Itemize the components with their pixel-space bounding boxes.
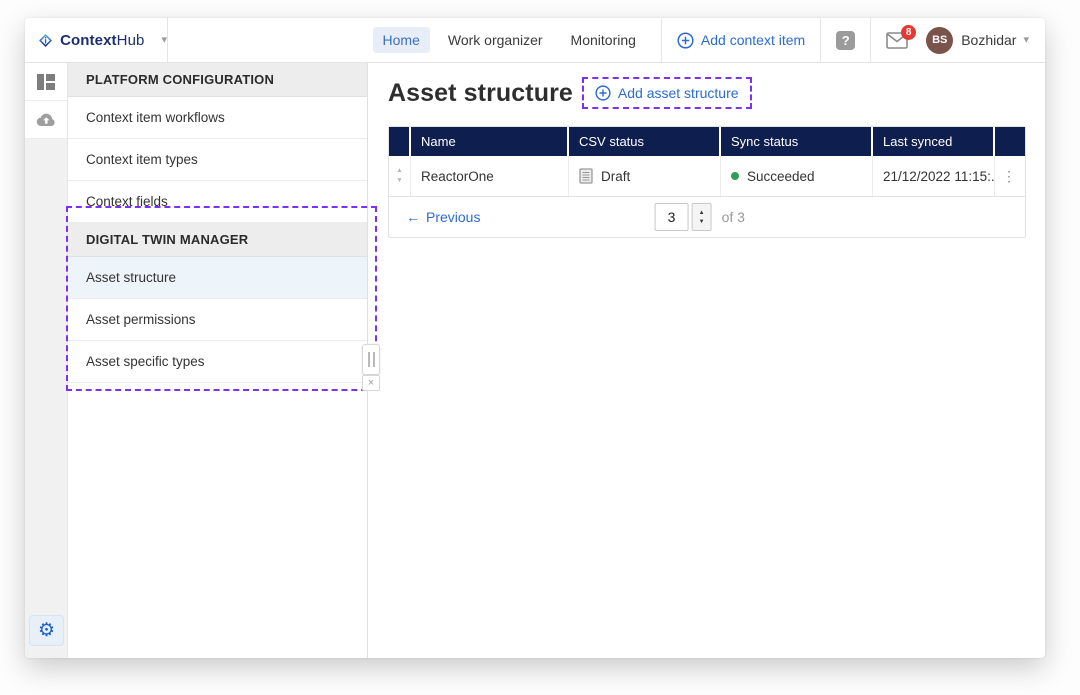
- tab-work-organizer[interactable]: Work organizer: [438, 27, 553, 53]
- annotation-resize-handle[interactable]: [362, 344, 380, 375]
- add-asset-structure-button[interactable]: Add asset structure: [618, 85, 739, 101]
- screenshot-stage: ContextHub ▾ Home Work organizer Monitor…: [0, 0, 1080, 695]
- stepper-down-icon: ▼: [699, 219, 705, 225]
- user-menu-chevron-down-icon[interactable]: ▾: [1023, 35, 1029, 46]
- add-context-item-label: Add context item: [701, 32, 805, 48]
- row-reorder-handle[interactable]: ▲ ▼: [389, 156, 411, 196]
- row-actions-button[interactable]: ⋮: [995, 156, 1023, 196]
- cell-name: ReactorOne: [411, 156, 569, 196]
- arrow-up-icon: ▲: [396, 168, 402, 175]
- divider: [661, 18, 662, 62]
- asset-structure-table: Name CSV status Sync status Last synced …: [388, 126, 1026, 238]
- user-name[interactable]: Bozhidar: [961, 32, 1016, 48]
- layout-view-button[interactable]: [25, 63, 67, 101]
- annotation-close-icon[interactable]: ×: [362, 375, 380, 391]
- kebab-menu-icon: ⋮: [1002, 168, 1016, 185]
- plus-circle-icon: [677, 32, 694, 49]
- table-header-row: Name CSV status Sync status Last synced: [389, 127, 1025, 156]
- divider: [820, 18, 821, 62]
- brand-text-light: Hub: [117, 32, 145, 49]
- add-asset-structure-annotation-box: Add asset structure: [582, 77, 752, 109]
- page-number-stepper[interactable]: ▲ ▼: [692, 203, 712, 231]
- title-row: Asset structure Add asset structure: [388, 77, 1045, 109]
- brand-text-bold: Context: [60, 32, 117, 49]
- status-dot-icon: [731, 172, 739, 180]
- table-pagination: ← Previous ▲ ▼ of 3: [389, 197, 1025, 237]
- stepper-up-icon: ▲: [699, 210, 705, 216]
- sidebar-item-context-item-types[interactable]: Context item types: [68, 139, 367, 181]
- cell-csv-status: Draft: [569, 156, 721, 196]
- sync-status-text: Succeeded: [747, 169, 815, 184]
- gear-icon: ⚙: [38, 621, 55, 640]
- upload-button[interactable]: [25, 101, 67, 139]
- table-header-handle-column: [389, 127, 411, 156]
- top-bar-right: Home Work organizer Monitoring Add conte…: [365, 18, 1045, 62]
- arrow-left-icon: ←: [406, 209, 420, 225]
- table-row: ▲ ▼ ReactorOne: [389, 156, 1025, 197]
- brand-logo[interactable]: ContextHub ▾: [25, 18, 168, 62]
- tab-home[interactable]: Home: [373, 27, 430, 53]
- cell-last-synced: 21/12/2022 11:15:...: [873, 156, 995, 196]
- avatar[interactable]: BS: [926, 27, 953, 54]
- add-context-item-button[interactable]: Add context item: [677, 32, 805, 49]
- contexthub-logo-icon: [38, 30, 53, 51]
- cloud-upload-icon: [36, 112, 56, 127]
- previous-label: Previous: [426, 209, 480, 225]
- page-number-control: ▲ ▼ of 3: [655, 203, 745, 231]
- settings-button[interactable]: ⚙: [29, 615, 64, 646]
- icon-rail: ⚙: [25, 63, 68, 658]
- top-bar: ContextHub ▾ Home Work organizer Monitor…: [25, 18, 1045, 63]
- divider: [870, 18, 871, 62]
- sidebar-section-annotation-box: ×: [66, 206, 377, 391]
- csv-status-text: Draft: [601, 169, 630, 184]
- app-window: ContextHub ▾ Home Work organizer Monitor…: [25, 18, 1045, 658]
- notifications-button[interactable]: 8: [886, 32, 908, 49]
- table-header-last-synced: Last synced: [873, 127, 995, 156]
- table-header-csv-status: CSV status: [569, 127, 721, 156]
- layout-grid-icon: [37, 74, 55, 90]
- notification-badge: 8: [901, 25, 916, 40]
- document-icon: [579, 168, 593, 184]
- tab-monitoring[interactable]: Monitoring: [561, 27, 646, 53]
- brand-chevron-down-icon[interactable]: ▾: [161, 35, 167, 46]
- previous-page-link[interactable]: ← Previous: [406, 209, 480, 225]
- sidebar-section-platform-configuration: PLATFORM CONFIGURATION: [68, 63, 367, 97]
- plus-circle-icon: [595, 85, 611, 101]
- page-title: Asset structure: [388, 79, 573, 108]
- page-number-input[interactable]: [655, 203, 689, 231]
- table-header-name: Name: [411, 127, 569, 156]
- table-header-actions-column: [995, 127, 1023, 156]
- arrow-down-icon: ▼: [396, 178, 402, 185]
- brand-text: ContextHub: [60, 32, 144, 49]
- table-header-sync-status: Sync status: [721, 127, 873, 156]
- help-icon[interactable]: ?: [836, 31, 855, 50]
- body-row: ⚙ PLATFORM CONFIGURATION Context item wo…: [25, 63, 1045, 658]
- reorder-arrows-icon: ▲ ▼: [396, 168, 402, 184]
- cell-sync-status: Succeeded: [721, 156, 873, 196]
- page-count-label: of 3: [722, 209, 745, 225]
- main-content: Asset structure Add asset structure Name…: [368, 63, 1045, 658]
- sidebar-item-context-item-workflows[interactable]: Context item workflows: [68, 97, 367, 139]
